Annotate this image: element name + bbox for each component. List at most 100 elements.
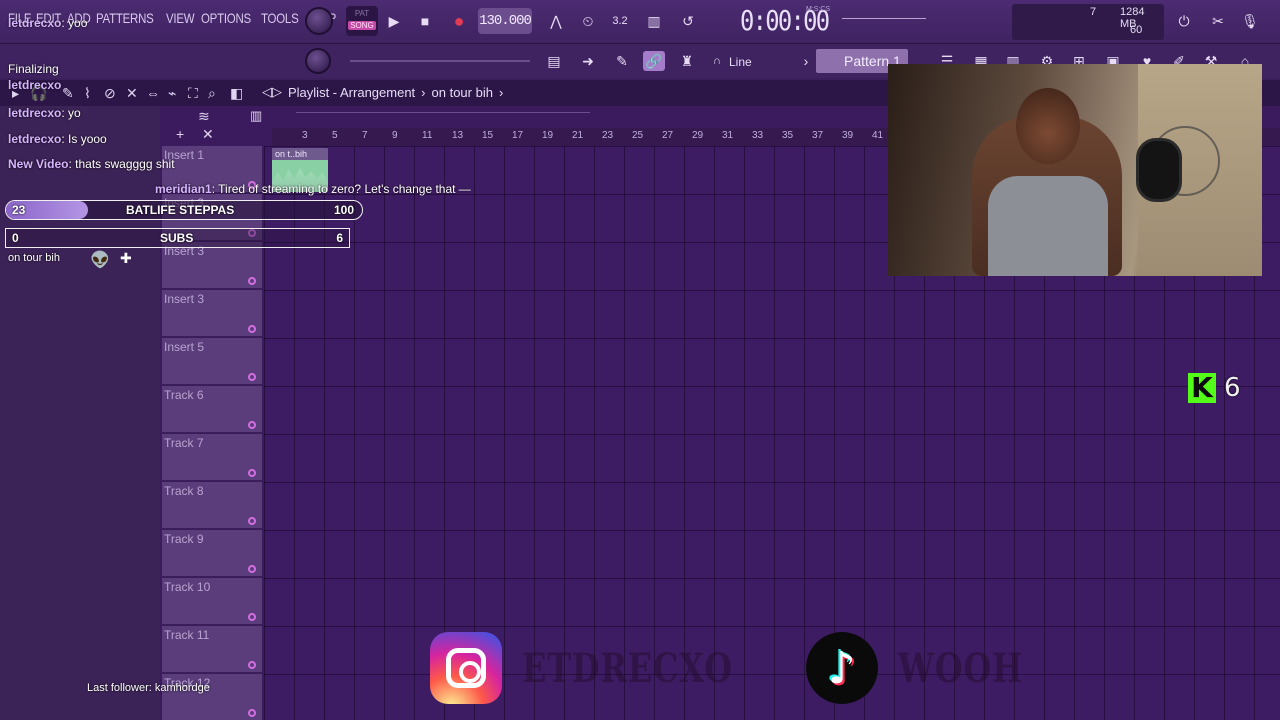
brush-icon[interactable]: ⌇: [84, 85, 91, 102]
draw-tool-icon[interactable]: ✎: [611, 51, 633, 71]
track-header[interactable]: Track 8: [162, 482, 262, 529]
track-enable-button[interactable]: [248, 661, 256, 669]
master-pitch-knob[interactable]: [305, 48, 331, 74]
stamp-icon[interactable]: ♜: [676, 51, 698, 71]
power-icon[interactable]: ⏻: [1170, 8, 1198, 34]
arrow-right-icon[interactable]: ➜: [577, 51, 599, 71]
streamer-head: [1016, 88, 1080, 164]
track-enable-button[interactable]: [248, 565, 256, 573]
chat-text: thats swagggg shit: [75, 157, 175, 171]
track-header[interactable]: Track 6: [162, 386, 262, 433]
chat-text: Is yooo: [68, 132, 107, 146]
playlist-title-text: Playlist - Arrangement: [288, 84, 416, 100]
microphone-icon[interactable]: 🎙: [1236, 8, 1264, 34]
step-edit-icon[interactable]: ▥: [640, 8, 668, 34]
breadcrumb-separator-icon: ›: [421, 84, 426, 100]
ruler-tick: 41: [872, 130, 884, 141]
menu-patterns[interactable]: PATTERNS: [96, 10, 154, 26]
metronome-icon[interactable]: ⋀: [542, 8, 570, 34]
select-tool-icon[interactable]: ⛶: [188, 85, 198, 102]
track-header[interactable]: Track 11: [162, 626, 262, 673]
waveform-monitor: [842, 18, 926, 19]
record-icon[interactable]: ●: [445, 8, 473, 34]
chat-message: Finalizing: [8, 62, 59, 76]
playlist-nav-icon[interactable]: ◁▷: [262, 84, 282, 100]
delete-tool-icon[interactable]: ⊘: [104, 85, 116, 102]
wait-input-icon[interactable]: ⏲: [574, 8, 602, 34]
track-header[interactable]: Insert 3: [162, 290, 262, 337]
cut-icon[interactable]: ✂: [1204, 8, 1232, 34]
menu-view[interactable]: VIEW: [166, 10, 195, 26]
track-header[interactable]: Insert 5: [162, 338, 262, 385]
chat-message: letdrecxo: [8, 78, 61, 92]
slice-tool-icon[interactable]: ⌁: [168, 85, 176, 102]
track-enable-button[interactable]: [248, 613, 256, 621]
ruler-tick: 15: [482, 130, 494, 141]
playlist-scrollbar[interactable]: [296, 112, 590, 120]
goal-label: BATLIFE STEPPAS: [126, 203, 235, 217]
piano-roll-icon[interactable]: ▤: [543, 51, 565, 71]
track-header[interactable]: Insert 3: [162, 242, 262, 289]
slip-tool-icon[interactable]: ⇔: [146, 85, 160, 101]
track-name: Track 9: [164, 532, 204, 546]
track-name: Track 7: [164, 436, 204, 450]
pat-song-toggle[interactable]: PAT SONG: [346, 6, 378, 36]
arrangement-name[interactable]: on tour bih: [432, 85, 493, 100]
track-enable-button[interactable]: [248, 421, 256, 429]
remove-track-icon[interactable]: ✕: [202, 126, 214, 143]
studio-microphone: [1136, 138, 1182, 202]
track-header[interactable]: Track 7: [162, 434, 262, 481]
tempo-display[interactable]: 130.000: [478, 8, 532, 34]
chat-message: meridian1: Tired of streaming to zero? L…: [155, 182, 471, 196]
cpu-value: 60: [1130, 24, 1143, 36]
webcam-feed: [888, 64, 1262, 276]
playback-tool-icon[interactable]: ◧: [230, 85, 243, 102]
main-toolbar: FILE EDIT ADD PATTERNS VIEW OPTIONS TOOL…: [0, 0, 1280, 44]
play-icon[interactable]: ▶: [380, 8, 408, 34]
last-follower: Last follower: kamhordge: [87, 682, 210, 694]
chat-username: New Video: [8, 157, 69, 171]
track-enable-button[interactable]: [248, 277, 256, 285]
waveform-icon[interactable]: ≋: [198, 108, 210, 125]
streamer-shirt: [988, 176, 1108, 276]
track-header[interactable]: Track 9: [162, 530, 262, 577]
master-slider[interactable]: [350, 60, 530, 62]
track-header[interactable]: Track 12: [162, 674, 262, 720]
ruler-tick: 3: [302, 130, 308, 141]
track-enable-button[interactable]: [248, 709, 256, 717]
pattern-arrow-icon[interactable]: ›: [795, 51, 817, 71]
goal-bar-subs: 0 SUBS 6: [5, 228, 350, 248]
menu-tools[interactable]: TOOLS: [261, 10, 299, 26]
ruler-tick: 29: [692, 130, 704, 141]
snap-selector[interactable]: Line: [726, 52, 794, 72]
track-name: Track 8: [164, 484, 204, 498]
track-enable-button[interactable]: [248, 373, 256, 381]
goal-current: 23: [12, 203, 26, 217]
grid-view-icon[interactable]: ▥: [250, 108, 262, 124]
magnet-icon[interactable]: ∩: [706, 51, 728, 71]
track-enable-button[interactable]: [248, 325, 256, 333]
kick-viewer-badge: K 6: [1188, 373, 1241, 403]
add-track-icon[interactable]: +: [176, 126, 184, 142]
tiktok-icon: ♪: [805, 632, 878, 704]
pencil-icon[interactable]: ✎: [62, 85, 74, 102]
countdown-icon[interactable]: 3.2: [606, 8, 634, 34]
loop-record-icon[interactable]: ↺: [674, 8, 702, 34]
stop-icon[interactable]: ■: [411, 8, 439, 34]
zoom-icon[interactable]: ⌕: [208, 85, 216, 102]
mute-tool-icon[interactable]: ✕: [126, 85, 138, 102]
song-label: SONG: [348, 21, 376, 30]
time-mode-label: M:S:CS: [806, 6, 831, 13]
track-enable-button[interactable]: [248, 517, 256, 525]
arrangement-arrow-icon[interactable]: ›: [499, 85, 503, 100]
track-enable-button[interactable]: [248, 469, 256, 477]
chat-text: Tired of streaming to zero? Let's change…: [218, 182, 471, 196]
chat-message: letdrecxo: Is yooo: [8, 132, 107, 146]
menu-options[interactable]: OPTIONS: [201, 10, 251, 26]
link-icon[interactable]: 🔗: [643, 51, 665, 71]
master-volume-knob[interactable]: [305, 7, 333, 35]
goal-target: 100: [333, 203, 354, 217]
track-name: Track 6: [164, 388, 204, 402]
track-header[interactable]: Track 10: [162, 578, 262, 625]
ruler-tick: 13: [452, 130, 464, 141]
